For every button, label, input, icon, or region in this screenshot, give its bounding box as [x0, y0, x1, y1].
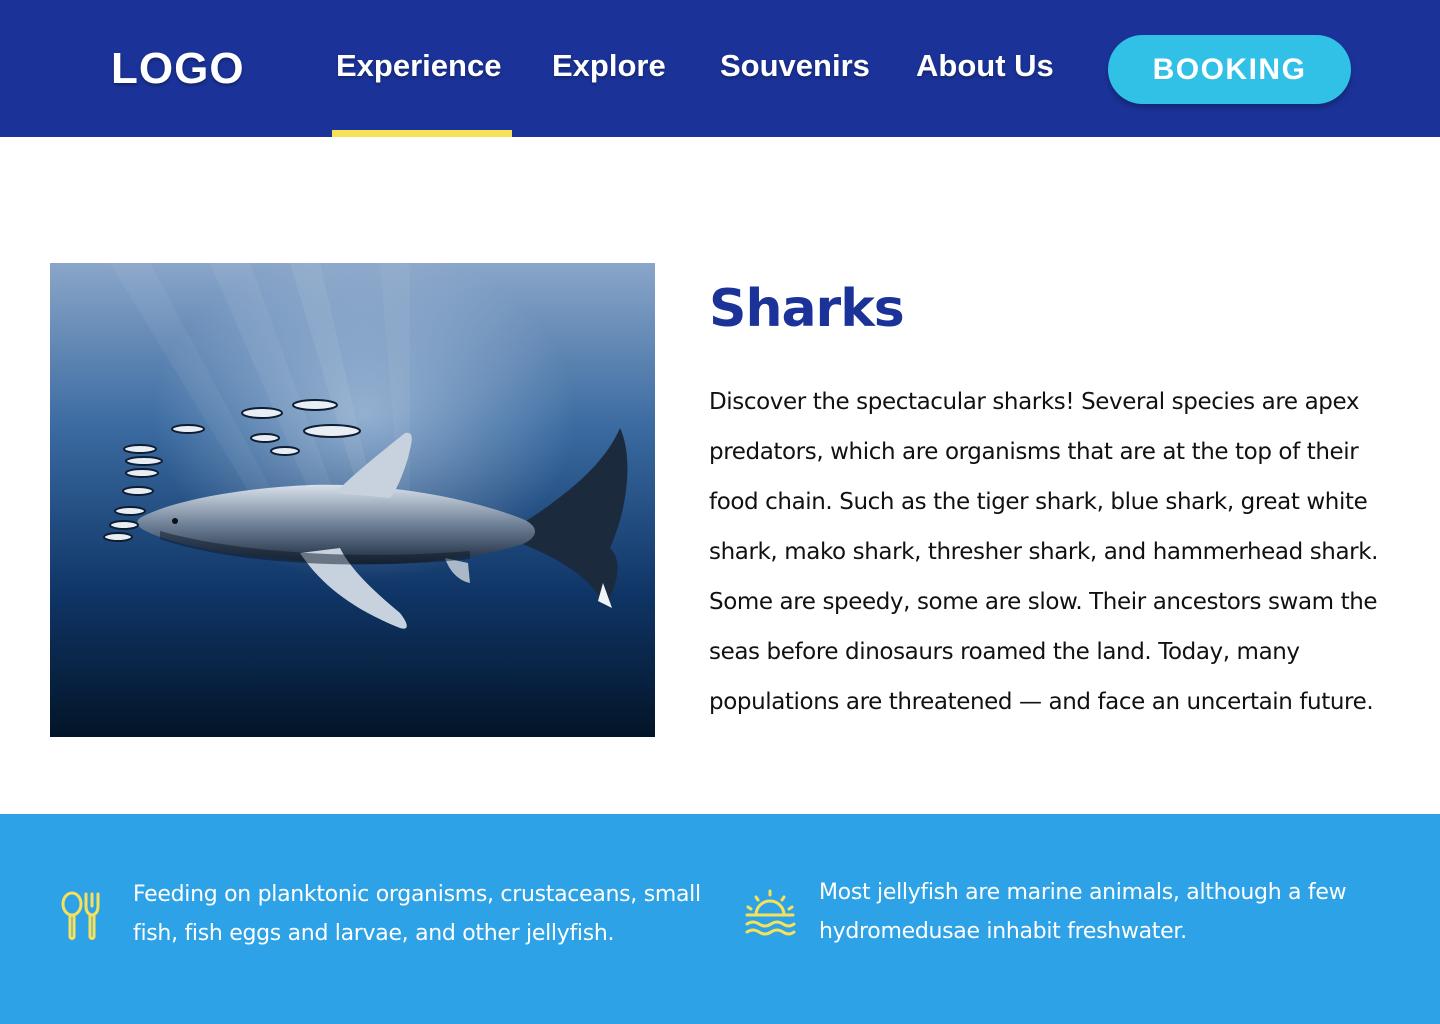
logo[interactable]: LOGO	[111, 44, 245, 94]
nav-item-about-us[interactable]: About Us	[916, 46, 1054, 86]
booking-button[interactable]: BOOKING	[1108, 35, 1351, 104]
shark-photo	[50, 263, 655, 737]
active-nav-indicator	[332, 130, 512, 137]
page-title: Sharks	[709, 279, 905, 339]
feature-text-habitat: Most jellyfish are marine animals, altho…	[819, 880, 1347, 944]
description: Discover the spectacular sharks! Several…	[709, 389, 1379, 715]
sunset-over-water-icon	[744, 889, 796, 941]
site-header: LOGO Experience Explore Souvenirs About …	[0, 0, 1440, 137]
nav-item-souvenirs[interactable]: Souvenirs	[720, 46, 870, 86]
feature-text-feeding: Feeding on planktonic organisms, crustac…	[133, 882, 701, 946]
nav-item-experience[interactable]: Experience	[336, 46, 501, 86]
nav-item-explore[interactable]: Explore	[552, 46, 666, 86]
utensils-icon	[60, 890, 106, 946]
